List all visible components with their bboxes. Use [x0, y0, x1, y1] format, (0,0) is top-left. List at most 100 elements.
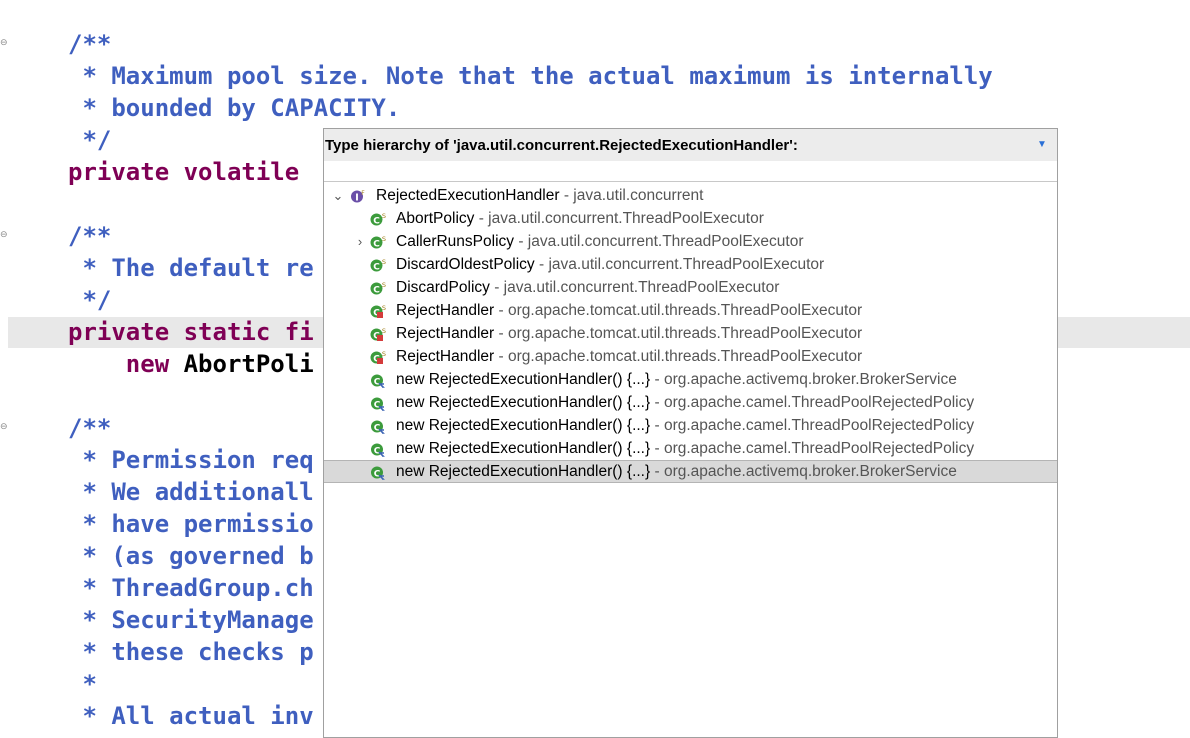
svg-text:I: I [355, 193, 359, 204]
fold-collapse-icon[interactable]: ⊖ [0, 231, 8, 240]
svg-text:C: C [373, 286, 380, 296]
class-static-icon: C S [370, 257, 386, 273]
package-name: - org.apache.camel.ThreadPoolRejectedPol… [650, 417, 975, 434]
hierarchy-item[interactable]: ⌄ I F RejectedExecutionHandler - java.uti… [324, 184, 1057, 207]
anonymous-class-icon: C [370, 418, 386, 434]
package-name: - org.apache.tomcat.util.threads.ThreadP… [494, 325, 863, 342]
code-line: * We additionall [68, 476, 314, 508]
type-name: new RejectedExecutionHandler() {...} [396, 394, 651, 411]
svg-text:S: S [382, 258, 386, 266]
anonymous-class-icon: C [370, 395, 386, 411]
code-token: * [68, 670, 97, 698]
svg-text:C: C [374, 470, 381, 480]
hierarchy-item[interactable]: C S RejectHandler - org.apache.tomcat.ut… [324, 299, 1057, 322]
interface-icon: I F [350, 188, 366, 204]
fold-collapse-icon[interactable]: ⊖ [0, 423, 8, 432]
svg-text:S: S [382, 281, 386, 289]
code-line: /** [68, 220, 111, 252]
code-token: /** [68, 222, 112, 250]
type-name: new RejectedExecutionHandler() {...} [396, 417, 651, 434]
fold-collapse-icon[interactable]: ⊖ [0, 39, 8, 48]
code-line: private static fi [68, 316, 314, 348]
code-line: * ThreadGroup.ch [68, 572, 313, 604]
chevron-right-icon[interactable]: › [354, 230, 366, 253]
code-line: * these checks p [68, 636, 314, 668]
type-name: RejectHandler [396, 348, 495, 365]
code-token: private volatile [68, 158, 314, 186]
type-name: RejectedExecutionHandler [376, 187, 560, 204]
hierarchy-item[interactable]: C S RejectHandler - org.apache.tomcat.ut… [324, 345, 1057, 368]
code-line: /** [68, 412, 111, 444]
svg-text:C: C [374, 424, 381, 434]
hierarchy-item-label: new RejectedExecutionHandler() {...} - o… [396, 391, 974, 414]
hierarchy-item[interactable]: C S DiscardPolicy - java.util.concurrent… [324, 276, 1057, 299]
hierarchy-item[interactable]: C S RejectHandler - org.apache.tomcat.ut… [324, 322, 1057, 345]
type-name: new RejectedExecutionHandler() {...} [396, 440, 651, 457]
hierarchy-item[interactable]: C S DiscardOldestPolicy - java.util.conc… [324, 253, 1057, 276]
package-name: - java.util.concurrent.ThreadPoolExecuto… [514, 233, 804, 250]
code-token: * these checks p [68, 638, 314, 666]
code-line: * The default re [68, 252, 314, 284]
hierarchy-item-label: new RejectedExecutionHandler() {...} - o… [396, 461, 957, 482]
code-line: * [68, 668, 97, 700]
code-token: * Permission req [68, 446, 314, 474]
svg-text:C: C [374, 378, 381, 388]
hierarchy-item-label: new RejectedExecutionHandler() {...} - o… [396, 368, 957, 391]
code-line: /** [68, 28, 111, 60]
type-name: DiscardPolicy [396, 279, 490, 296]
code-token: * bounded by CAPACITY. [68, 94, 401, 122]
svg-text:S: S [382, 327, 386, 335]
hierarchy-tree[interactable]: ⌄ I F RejectedExecutionHandler - java.uti… [324, 184, 1057, 483]
hierarchy-filter-input[interactable] [324, 161, 1057, 182]
code-line: new AbortPoli [68, 348, 314, 380]
type-name: CallerRunsPolicy [396, 233, 515, 250]
hierarchy-item[interactable]: › C S CallerRunsPolicy - java.util.concu… [324, 230, 1057, 253]
anonymous-class-icon: C [370, 372, 386, 388]
popup-header: Type hierarchy of 'java.util.concurrent.… [324, 129, 1057, 162]
code-token: * have permissio [68, 510, 314, 538]
class-static-private-icon: C S [370, 349, 386, 365]
code-token: new [68, 350, 184, 378]
code-line: * Maximum pool size. Note that the actua… [68, 60, 992, 92]
code-line: * All actual inv [68, 700, 313, 732]
package-name: - org.apache.camel.ThreadPoolRejectedPol… [650, 394, 975, 411]
type-name: DiscardOldestPolicy [396, 256, 535, 273]
hierarchy-item-label: new RejectedExecutionHandler() {...} - o… [396, 414, 974, 437]
code-token: */ [68, 286, 112, 314]
type-name: RejectHandler [396, 302, 495, 319]
class-static-icon: C S [370, 234, 386, 250]
svg-text:S: S [382, 212, 386, 220]
hierarchy-item[interactable]: C new RejectedExecutionHandler() {...} -… [324, 368, 1057, 391]
code-token: * We additionall [68, 478, 314, 506]
type-hierarchy-popup[interactable]: Type hierarchy of 'java.util.concurrent.… [323, 128, 1058, 738]
hierarchy-item[interactable]: C new RejectedExecutionHandler() {...} -… [324, 437, 1057, 460]
svg-text:C: C [374, 447, 381, 457]
hierarchy-item-label: RejectHandler - org.apache.tomcat.util.t… [396, 322, 862, 345]
code-token: /** [68, 414, 112, 442]
hierarchy-item[interactable]: C new RejectedExecutionHandler() {...} -… [324, 414, 1057, 437]
svg-text:S: S [382, 235, 386, 243]
code-line: * Permission req [68, 444, 314, 476]
code-token: /** [68, 30, 112, 58]
hierarchy-item[interactable]: C S AbortPolicy - java.util.concurrent.T… [324, 207, 1057, 230]
view-menu-icon[interactable]: ▼ [1035, 139, 1049, 151]
svg-text:C: C [373, 240, 380, 250]
type-name: RejectHandler [396, 325, 495, 342]
hierarchy-item-label: DiscardOldestPolicy - java.util.concurre… [396, 253, 824, 276]
class-static-icon: C S [370, 280, 386, 296]
hierarchy-item-label: CallerRunsPolicy - java.util.concurrent.… [396, 230, 804, 253]
svg-text:C: C [374, 401, 381, 411]
svg-text:C: C [373, 263, 380, 273]
code-token: * (as governed b [68, 542, 314, 570]
code-token: * SecurityManage [68, 606, 314, 634]
package-name: - org.apache.tomcat.util.threads.ThreadP… [494, 348, 863, 365]
type-name: new RejectedExecutionHandler() {...} [396, 371, 651, 388]
code-token: */ [68, 126, 112, 154]
code-token: AbortPoli [183, 350, 314, 378]
code-line: * (as governed b [68, 540, 314, 572]
hierarchy-item-label: DiscardPolicy - java.util.concurrent.Thr… [396, 276, 779, 299]
hierarchy-item[interactable]: C new RejectedExecutionHandler() {...} -… [324, 460, 1057, 483]
chevron-down-icon[interactable]: ⌄ [332, 184, 344, 207]
code-token: * The default re [68, 254, 314, 282]
hierarchy-item[interactable]: C new RejectedExecutionHandler() {...} -… [324, 391, 1057, 414]
